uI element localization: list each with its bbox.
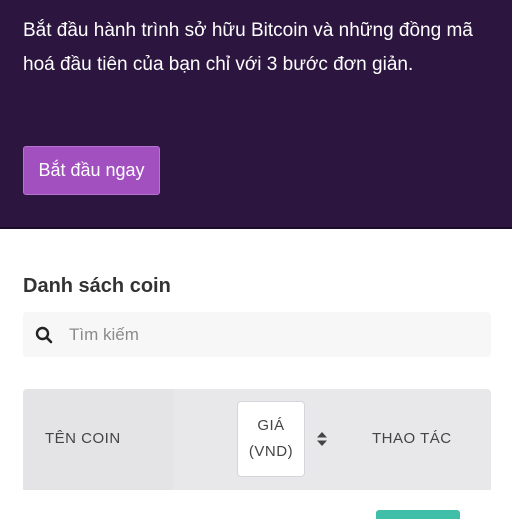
column-header-price-unit: (VND) xyxy=(248,443,294,460)
table-header: TÊN COIN GIÁ (VND) THAO TÁC xyxy=(23,389,491,490)
column-header-action: THAO TÁC xyxy=(372,430,452,447)
start-now-button[interactable]: Bắt đầu ngay xyxy=(23,146,160,195)
hero-banner: Bắt đầu hành trình sở hữu Bitcoin và nhữ… xyxy=(0,0,512,229)
coin-list-title: Danh sách coin xyxy=(23,275,171,297)
search-input[interactable] xyxy=(69,312,479,357)
sort-icon[interactable] xyxy=(316,430,328,448)
column-header-price-label: GIÁ xyxy=(257,417,285,434)
column-header-name: TÊN COIN xyxy=(23,389,173,490)
column-header-price[interactable]: GIÁ (VND) xyxy=(237,401,305,477)
coin-table: TÊN COIN GIÁ (VND) THAO TÁC xyxy=(23,389,491,519)
hero-divider xyxy=(0,227,512,229)
row-action-button[interactable] xyxy=(376,510,460,519)
table-row xyxy=(23,490,491,519)
search-bar[interactable] xyxy=(23,312,491,357)
search-icon xyxy=(35,326,53,344)
hero-description: Bắt đầu hành trình sở hữu Bitcoin và nhữ… xyxy=(23,20,473,75)
column-header-name-label: TÊN COIN xyxy=(45,430,121,447)
